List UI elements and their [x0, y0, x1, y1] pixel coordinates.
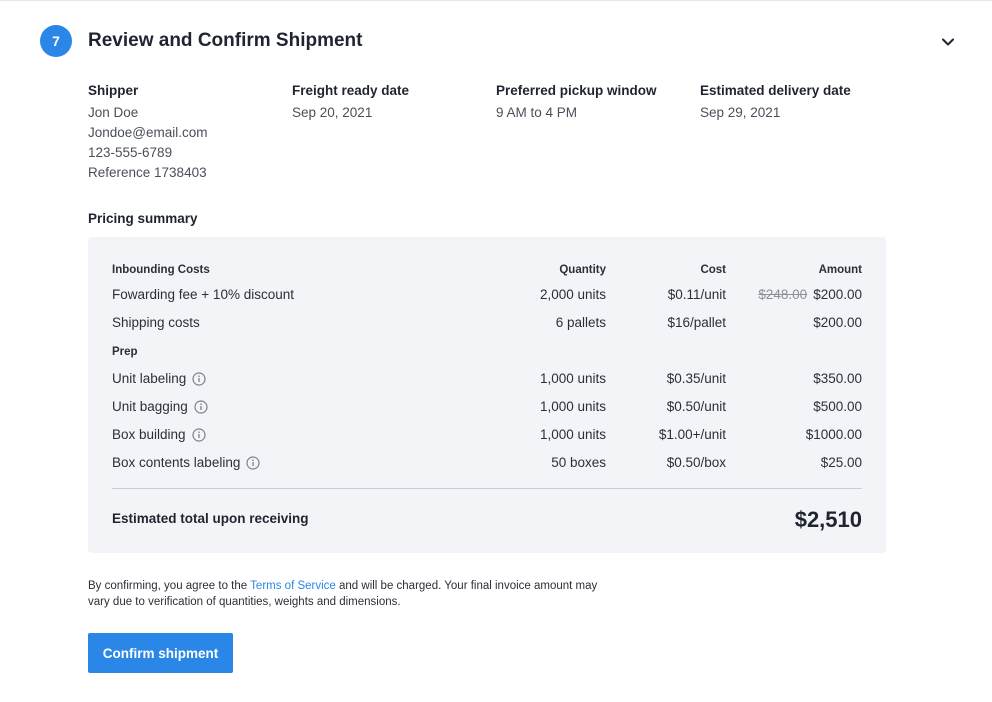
- original-amount: $248.00: [758, 287, 808, 302]
- disclaimer-text-start: By confirming, you agree to the: [88, 580, 251, 592]
- pricing-header-row: Inbounding Costs Quantity Cost Amount: [112, 260, 862, 280]
- line-item-cost: $0.50/unit: [666, 399, 726, 414]
- delivery-date-info: Estimated delivery date Sep 29, 2021: [700, 83, 851, 123]
- line-item-cost: $1.00+/unit: [658, 427, 726, 442]
- table-row: Box contents labeling 50 boxes $0.50/box…: [112, 453, 862, 473]
- line-item-label-text: Unit labeling: [112, 371, 187, 386]
- line-item-amount: $350.00: [813, 371, 862, 386]
- shipper-name: Jon Doe: [88, 105, 139, 120]
- table-row: Fowarding fee + 10% discount 2,000 units…: [112, 285, 862, 305]
- line-item-amount: $248.00 $200.00: [758, 285, 862, 305]
- top-divider: [0, 0, 992, 1]
- line-item-label-text: Box contents labeling: [112, 455, 241, 470]
- pricing-summary-title: Pricing summary: [88, 211, 198, 226]
- line-item-label: Unit bagging: [112, 397, 208, 417]
- line-item-quantity: 6 pallets: [555, 315, 606, 330]
- info-icon[interactable]: [192, 372, 206, 386]
- line-item-quantity: 1,000 units: [539, 399, 606, 414]
- line-item-amount: $1000.00: [805, 427, 862, 442]
- delivery-date-value: Sep 29, 2021: [700, 105, 781, 120]
- line-item-label: Box building: [112, 425, 206, 445]
- quantity-column-header: Quantity: [559, 264, 606, 276]
- line-item-label: Shipping costs: [112, 315, 200, 330]
- line-item-amount: $25.00: [820, 455, 862, 470]
- info-icon[interactable]: [194, 400, 208, 414]
- pricing-summary-panel: Inbounding Costs Quantity Cost Amount Fo…: [88, 237, 886, 553]
- line-item-quantity: 50 boxes: [551, 455, 606, 470]
- freight-ready-info: Freight ready date Sep 20, 2021: [292, 83, 409, 123]
- total-divider: [112, 488, 862, 489]
- line-item-cost: $0.35/unit: [666, 371, 726, 386]
- estimated-total-label: Estimated total upon receiving: [112, 511, 309, 526]
- delivery-date-heading: Estimated delivery date: [700, 83, 851, 98]
- line-item-cost: $16/pallet: [667, 315, 726, 330]
- estimated-total-value: $2,510: [794, 507, 862, 532]
- terms-disclaimer: By confirming, you agree to the Terms of…: [88, 578, 608, 610]
- line-item-quantity: 1,000 units: [539, 427, 606, 442]
- line-item-label: Box contents labeling: [112, 453, 260, 473]
- line-item-label: Fowarding fee + 10% discount: [112, 287, 294, 302]
- shipper-info: Shipper Jon Doe Jondoe@email.com 123-555…: [88, 83, 208, 183]
- inbounding-costs-heading: Inbounding Costs: [112, 264, 210, 276]
- shipper-phone: 123-555-6789: [88, 145, 173, 160]
- line-item-cost: $0.50/box: [666, 455, 726, 470]
- chevron-down-icon[interactable]: [938, 32, 958, 52]
- shipper-heading: Shipper: [88, 83, 139, 98]
- line-item-label-text: Box building: [112, 427, 186, 442]
- freight-ready-date: Sep 20, 2021: [292, 105, 373, 120]
- prep-heading-row: Prep: [112, 342, 862, 362]
- pickup-window-value: 9 AM to 4 PM: [496, 105, 578, 120]
- terms-of-service-link[interactable]: Terms of Service: [250, 580, 336, 592]
- cost-column-header: Cost: [700, 264, 726, 276]
- table-row: Unit bagging 1,000 units $0.50/unit $500…: [112, 397, 862, 417]
- line-item-cost: $0.11/unit: [667, 287, 726, 302]
- confirm-shipment-button[interactable]: Confirm shipment: [88, 633, 233, 673]
- freight-ready-heading: Freight ready date: [292, 83, 410, 98]
- discounted-amount: $200.00: [813, 287, 862, 302]
- table-row: Unit labeling 1,000 units $0.35/unit $35…: [112, 369, 862, 389]
- line-item-quantity: 2,000 units: [539, 287, 606, 302]
- prep-heading: Prep: [112, 346, 138, 358]
- amount-column-header: Amount: [818, 264, 862, 276]
- info-icon[interactable]: [246, 456, 260, 470]
- line-item-amount: $500.00: [813, 399, 862, 414]
- shipper-reference: Reference 1738403: [88, 165, 207, 180]
- step-number-badge: 7: [40, 25, 72, 57]
- shipper-email: Jondoe@email.com: [88, 125, 208, 140]
- line-item-amount: $200.00: [813, 315, 862, 330]
- line-item-quantity: 1,000 units: [539, 371, 606, 386]
- line-item-label-text: Unit bagging: [112, 399, 188, 414]
- table-row: Shipping costs 6 pallets $16/pallet $200…: [112, 313, 862, 333]
- line-item-label: Unit labeling: [112, 369, 206, 389]
- info-icon[interactable]: [191, 428, 206, 442]
- section-title: Review and Confirm Shipment: [88, 30, 363, 51]
- table-row: Box building 1,000 units $1.00+/unit $10…: [112, 425, 862, 445]
- pickup-window-info: Preferred pickup window 9 AM to 4 PM: [496, 83, 657, 123]
- pickup-window-heading: Preferred pickup window: [496, 83, 657, 98]
